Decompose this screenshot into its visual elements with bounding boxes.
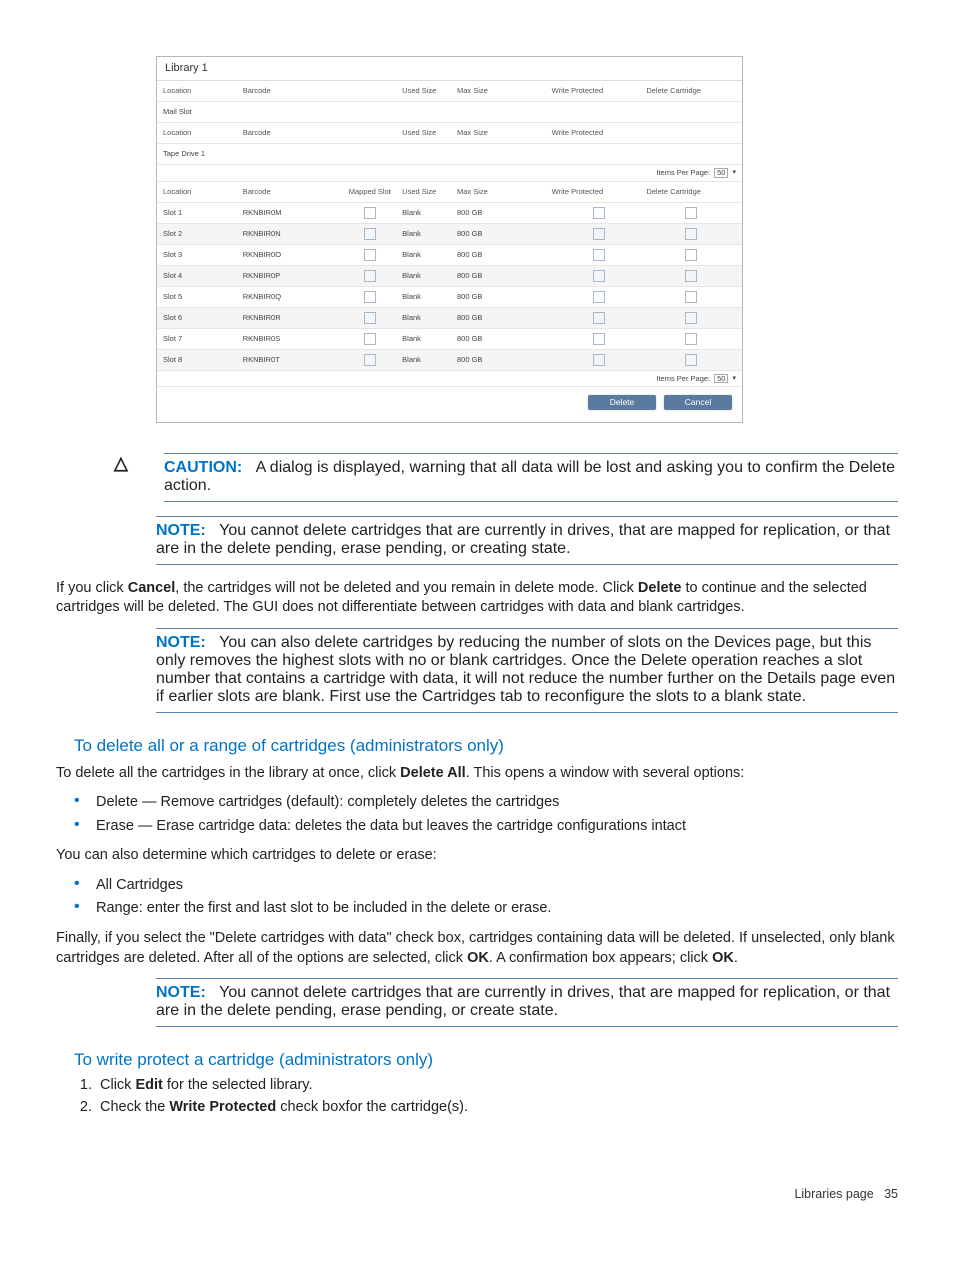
list-item: All Cartridges <box>74 876 898 896</box>
header-row-slots: Location Barcode Mapped Slot Used Size M… <box>157 182 742 203</box>
delete-cartridge-checkbox[interactable] <box>685 249 697 261</box>
determine-line: You can also determine which cartridges … <box>56 846 898 866</box>
table-row: Slot 8RKNBIR0TBlank800 GB <box>157 350 742 371</box>
caution-icon: △ <box>114 453 138 516</box>
note-text: You can also delete cartridges by reduci… <box>156 634 895 705</box>
list-item: Range: enter the first and last slot to … <box>74 899 898 919</box>
step-2: Check the Write Protected check boxfor t… <box>96 1098 898 1118</box>
items-per-page-bottom: Items Per Page: 50 ▾ <box>157 371 742 388</box>
delete-cartridge-checkbox[interactable] <box>685 354 697 366</box>
note-label: NOTE: <box>156 522 206 539</box>
write-protected-checkbox[interactable] <box>593 291 605 303</box>
write-protected-checkbox[interactable] <box>593 228 605 240</box>
mapped-slot-checkbox[interactable] <box>364 207 376 219</box>
caution-text: A dialog is displayed, warning that all … <box>164 459 895 494</box>
cancel-delete-para: If you click Cancel, the cartridges will… <box>56 579 898 618</box>
bullets-scope: All Cartridges Range: enter the first and… <box>56 876 898 919</box>
mapped-slot-checkbox[interactable] <box>364 249 376 261</box>
delete-cartridge-checkbox[interactable] <box>685 291 697 303</box>
cancel-button[interactable]: Cancel <box>664 395 732 410</box>
mapped-slot-checkbox[interactable] <box>364 291 376 303</box>
delete-cartridge-checkbox[interactable] <box>685 228 697 240</box>
write-protected-checkbox[interactable] <box>593 333 605 345</box>
delete-button[interactable]: Delete <box>588 395 656 410</box>
delete-cartridge-checkbox[interactable] <box>685 270 697 282</box>
header-row-top: Location Barcode Used Size Max Size Writ… <box>157 81 742 102</box>
delete-cartridge-checkbox[interactable] <box>685 333 697 345</box>
list-item: Erase — Erase cartridge data: deletes th… <box>74 817 898 837</box>
mapped-slot-checkbox[interactable] <box>364 333 376 345</box>
note-label: NOTE: <box>156 984 206 1001</box>
mapped-slot-checkbox[interactable] <box>364 270 376 282</box>
note-label: NOTE: <box>156 634 206 651</box>
items-per-page-select[interactable]: 50 <box>714 374 728 384</box>
table-row: Slot 5RKNBIR0QBlank800 GB <box>157 287 742 308</box>
delete-cartridge-checkbox[interactable] <box>685 207 697 219</box>
step-1: Click Edit for the selected library. <box>96 1076 898 1096</box>
write-protected-checkbox[interactable] <box>593 207 605 219</box>
bullets-options: Delete — Remove cartridges (default): co… <box>56 793 898 836</box>
write-protected-checkbox[interactable] <box>593 312 605 324</box>
table-row: Slot 3RKNBIR0OBlank800 GB <box>157 245 742 266</box>
write-protect-steps: Click Edit for the selected library. Che… <box>56 1076 898 1117</box>
note-text: You cannot delete cartridges that are cu… <box>156 522 890 557</box>
table-row: Slot 2RKNBIR0NBlank800 GB <box>157 224 742 245</box>
table-row: Slot 6RKNBIR0RBlank800 GB <box>157 308 742 329</box>
table-row: Slot 4RKNBIR0PBlank800 GB <box>157 266 742 287</box>
delete-all-intro: To delete all the cartridges in the libr… <box>56 764 898 784</box>
mapped-slot-checkbox[interactable] <box>364 354 376 366</box>
caution-label: CAUTION: <box>164 459 242 476</box>
table-row: Slot 1RKNBIR0MBlank800 GB <box>157 203 742 224</box>
table-row: Slot 7RKNBIR0SBlank800 GB <box>157 329 742 350</box>
finally-para: Finally, if you select the "Delete cartr… <box>56 929 898 968</box>
delete-cartridge-checkbox[interactable] <box>685 312 697 324</box>
items-per-page-select[interactable]: 50 <box>714 168 728 178</box>
tape-drive-row: Tape Drive 1 <box>157 144 742 165</box>
page-footer: Libraries page 35 <box>56 1187 898 1201</box>
header-row-tape: Location Barcode Used Size Max Size Writ… <box>157 123 742 144</box>
list-item: Delete — Remove cartridges (default): co… <box>74 793 898 813</box>
mail-slot-row: Mail Slot <box>157 102 742 123</box>
note-text: You cannot delete cartridges that are cu… <box>156 984 890 1019</box>
mapped-slot-checkbox[interactable] <box>364 312 376 324</box>
write-protected-checkbox[interactable] <box>593 270 605 282</box>
heading-delete-all: To delete all or a range of cartridges (… <box>74 735 898 758</box>
write-protected-checkbox[interactable] <box>593 249 605 261</box>
items-per-page-top: Items Per Page: 50 ▾ <box>157 165 742 182</box>
library-title: Library 1 <box>157 57 742 81</box>
library-screenshot: Library 1 Location Barcode Used Size Max… <box>156 56 743 423</box>
heading-write-protect: To write protect a cartridge (administra… <box>74 1049 898 1072</box>
write-protected-checkbox[interactable] <box>593 354 605 366</box>
mapped-slot-checkbox[interactable] <box>364 228 376 240</box>
chevron-down-icon[interactable]: ▾ <box>732 169 736 176</box>
chevron-down-icon[interactable]: ▾ <box>732 375 736 382</box>
